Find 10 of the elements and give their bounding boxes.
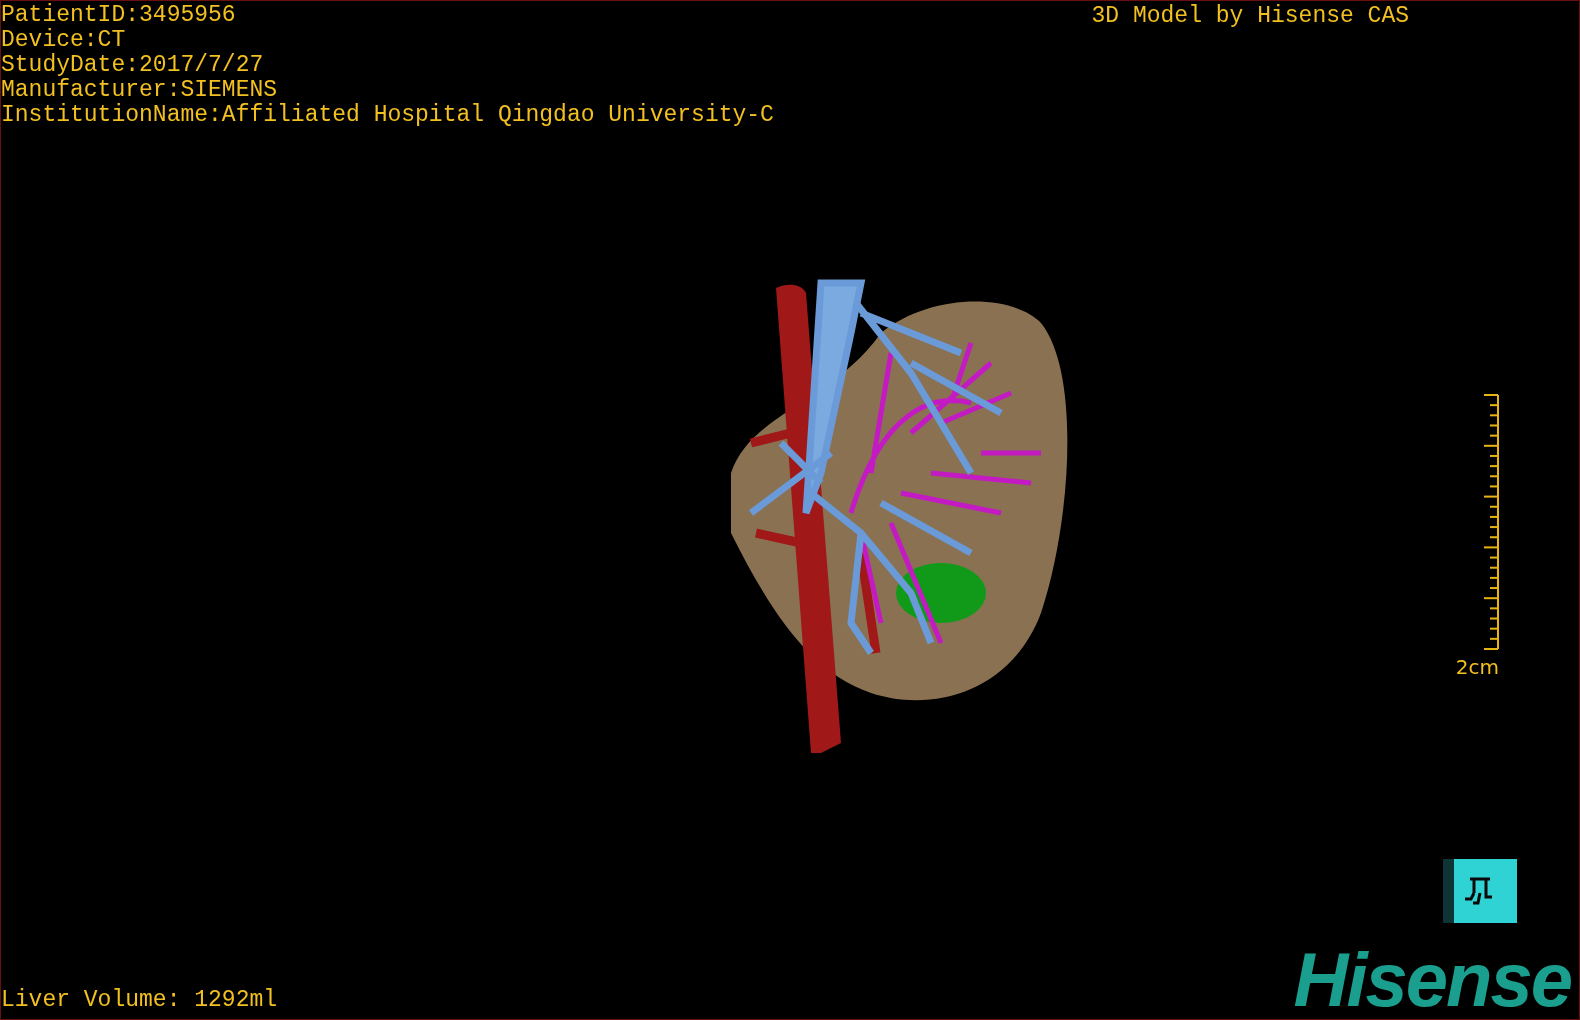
info-line: StudyDate:2017/7/27 — [1, 53, 265, 78]
info-line: InstitutionName:Affiliated Hospital Qingdao University-C — [1, 103, 774, 128]
liver-volume: Liver Volume: 1292ml — [1, 988, 278, 1015]
info-line: Device:CT — [1, 28, 127, 53]
model-credit: 3D Model by Hisense CAS — [1091, 2, 1409, 29]
info-line: Manufacturer:SIEMENS — [1, 78, 279, 103]
info-line: PatientID:3495956 — [1, 3, 237, 28]
brand-logo: Hisense — [1293, 947, 1571, 1013]
orientation-cube-icon[interactable] — [1443, 859, 1517, 923]
scale-label: 2cm — [1455, 655, 1499, 679]
